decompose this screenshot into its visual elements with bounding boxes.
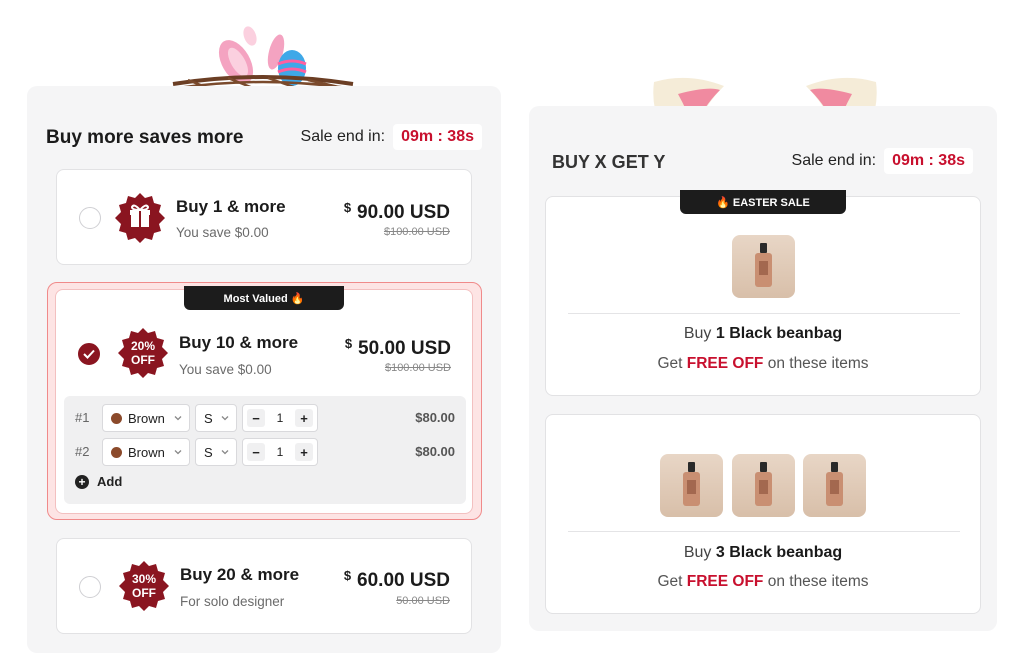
color-value: Brown <box>128 410 165 426</box>
quantity-value[interactable]: 1 <box>277 445 284 459</box>
gift-icon <box>114 192 166 244</box>
tier-price: $50.00 USD <box>344 336 451 359</box>
divider <box>568 313 960 314</box>
sale-label: Sale end in: <box>300 128 386 145</box>
quantity-value[interactable]: 1 <box>277 411 284 425</box>
check-icon <box>83 349 95 359</box>
chevron-down-icon <box>174 450 182 455</box>
add-variant-button[interactable]: + Add <box>75 474 122 489</box>
quantity-stepper: − 1 + <box>242 404 318 432</box>
product-thumbnail <box>660 454 723 517</box>
variant-index: #2 <box>75 444 90 459</box>
increment-button[interactable]: + <box>295 409 313 427</box>
panel-title: BUY X GET Y <box>552 152 666 172</box>
tier-price: $60.00 USD <box>343 568 450 591</box>
color-select[interactable]: Brown <box>102 438 190 466</box>
size-value: S <box>204 410 213 426</box>
most-valued-ribbon: Most Valued 🔥 <box>184 286 344 310</box>
chevron-down-icon <box>221 416 229 421</box>
increment-button[interactable]: + <box>295 443 313 461</box>
color-select[interactable]: Brown <box>102 404 190 432</box>
tier-subtitle: For solo designer <box>180 594 285 609</box>
discount-seal-badge: 30% OFF <box>118 560 170 612</box>
product-thumbnail <box>732 454 795 517</box>
perfume-bottle-icon <box>683 462 700 506</box>
size-select[interactable]: S <box>195 438 237 466</box>
size-value: S <box>204 444 213 460</box>
tier-radio-checked[interactable] <box>78 343 100 365</box>
buy-condition: Buy 1 Black beanbag <box>683 325 843 342</box>
tier-radio[interactable] <box>79 576 101 598</box>
perfume-bottle-icon <box>755 243 772 287</box>
tier-price: $90.00 USD <box>343 200 450 223</box>
decrement-button[interactable]: − <box>247 409 265 427</box>
perfume-bottle-icon <box>826 462 843 506</box>
tier-option-buy-10[interactable]: 20% OFF Buy 10 & more You save $0.00 $50.… <box>55 289 473 514</box>
buy-condition: Buy 3 Black beanbag <box>683 544 843 561</box>
variant-row: #1 Brown S − 1 + $80.00 <box>64 404 466 432</box>
variant-price: $80.00 <box>415 444 455 459</box>
get-reward: Get FREE OFF on these items <box>657 573 869 590</box>
panel-title: Buy more saves more <box>46 127 244 148</box>
tier-original-price: 50.00 USD <box>396 595 450 607</box>
bxgy-offer-card[interactable]: Buy 1 Black beanbag Get FREE OFF on thes… <box>545 196 981 396</box>
perfume-bottle-icon <box>755 462 772 506</box>
tier-option-buy-20[interactable]: 30% OFF Buy 20 & more For solo designer $… <box>56 538 472 634</box>
tier-savings: You save $0.00 <box>176 225 269 240</box>
add-label: Add <box>97 474 123 489</box>
quantity-stepper: − 1 + <box>242 438 318 466</box>
sale-countdown: Sale end in: 09m : 38s <box>792 148 973 174</box>
tier-radio[interactable] <box>79 207 101 229</box>
variant-selector-group: #1 Brown S − 1 + $80.00 #2 Brown S − 1 +… <box>64 396 466 504</box>
size-select[interactable]: S <box>195 404 237 432</box>
bxgy-offer-card[interactable]: Buy 3 Black beanbag Get FREE OFF on thes… <box>545 414 981 614</box>
countdown-timer: 09m : 38s <box>393 124 482 150</box>
tier-title: Buy 1 & more <box>176 197 286 216</box>
chevron-down-icon <box>174 416 182 421</box>
product-thumbnail <box>803 454 866 517</box>
sale-label: Sale end in: <box>791 152 877 169</box>
tier-original-price: $100.00 USD <box>384 362 451 374</box>
color-value: Brown <box>128 444 165 460</box>
variant-row: #2 Brown S − 1 + $80.00 <box>64 438 466 466</box>
color-swatch <box>111 412 122 424</box>
get-reward: Get FREE OFF on these items <box>657 355 869 372</box>
chevron-down-icon <box>221 450 229 455</box>
tier-option-buy-1[interactable]: Buy 1 & more You save $0.00 $90.00 USD $… <box>56 169 472 265</box>
tier-title: Buy 10 & more <box>179 333 299 352</box>
plus-circle-icon: + <box>75 474 89 489</box>
decrement-button[interactable]: − <box>247 443 265 461</box>
sale-countdown: Sale end in: 09m : 38s <box>301 124 482 150</box>
volume-discount-panel: Buy more saves more Sale end in: 09m : 3… <box>27 86 501 653</box>
countdown-timer: 09m : 38s <box>884 148 973 174</box>
color-swatch <box>111 446 122 458</box>
variant-index: #1 <box>75 410 90 425</box>
tier-original-price: $100.00 USD <box>383 226 450 238</box>
product-thumbnail <box>732 235 795 298</box>
tier-savings: You save $0.00 <box>179 362 272 377</box>
easter-sale-ribbon: 🔥 EASTER SALE <box>680 190 846 214</box>
tier-title: Buy 20 & more <box>180 565 300 584</box>
variant-price: $80.00 <box>415 410 455 425</box>
discount-seal-badge: 20% OFF <box>117 327 169 379</box>
bxgy-panel: BUY X GET Y Sale end in: 09m : 38s Buy 1… <box>529 106 997 631</box>
divider <box>568 531 960 532</box>
